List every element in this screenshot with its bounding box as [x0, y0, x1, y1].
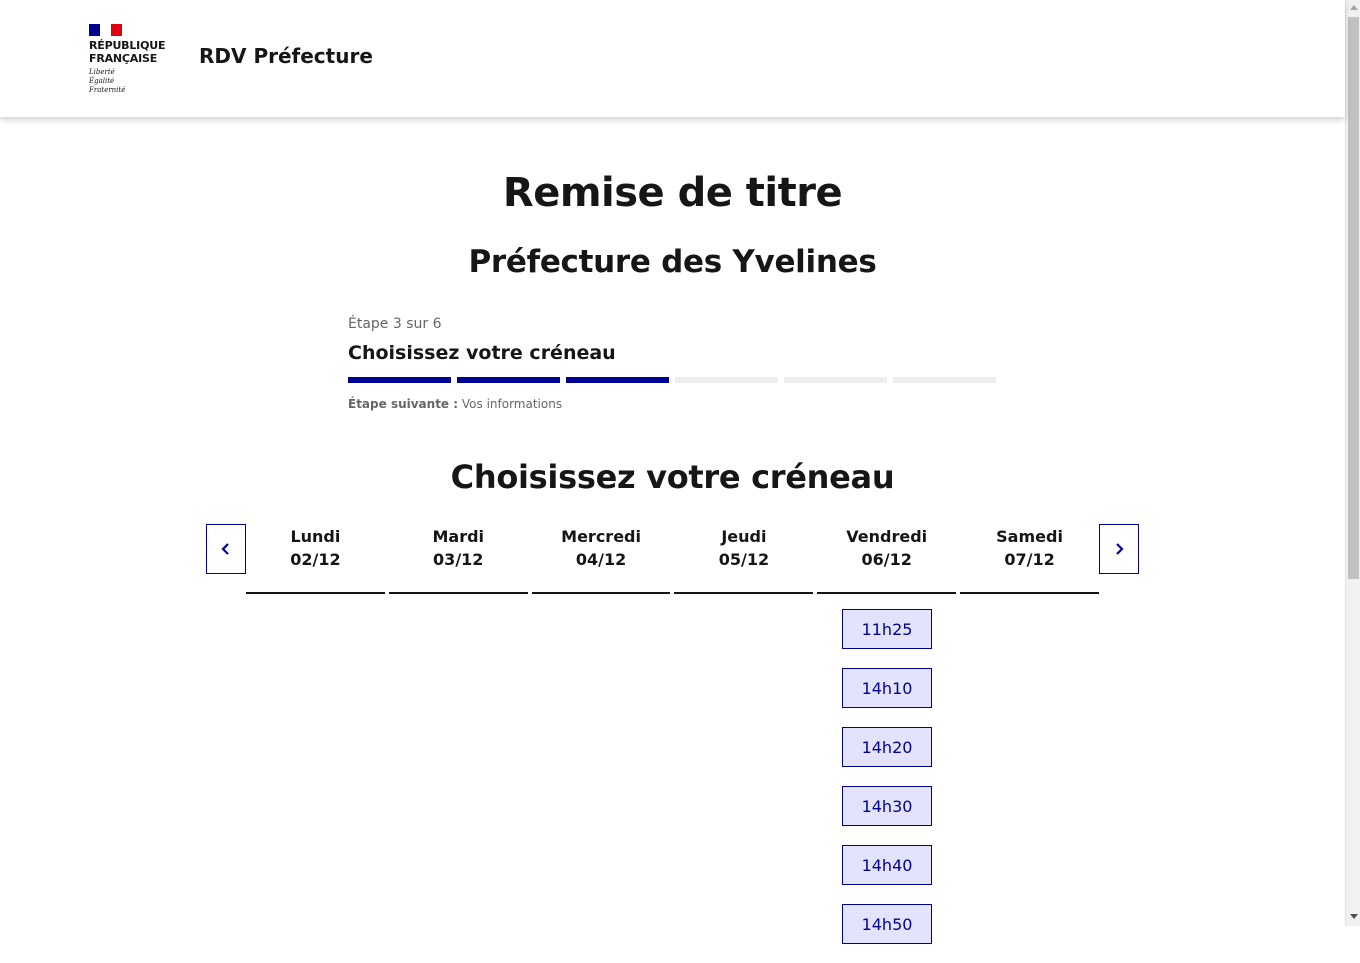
day-date: 03/12	[433, 550, 484, 569]
page-scrollbar[interactable]	[1345, 0, 1360, 926]
day-date: 06/12	[861, 550, 912, 569]
day-date: 04/12	[575, 550, 627, 569]
scroll-up-arrow-icon[interactable]	[1350, 5, 1358, 10]
scroll-down-arrow-icon[interactable]	[1350, 914, 1358, 919]
stepper-next-label: Étape suivante :	[348, 397, 459, 411]
site-header: RÉPUBLIQUE FRANÇAISE Liberté Égalité Fra…	[0, 0, 1345, 117]
day-name: Lundi	[290, 527, 341, 546]
page-title: Remise de titre	[502, 170, 843, 216]
time-slot-button[interactable]: 14h20	[842, 727, 932, 767]
stepper-current-title: Choisissez votre créneau	[348, 342, 616, 364]
day-column-lundi: Lundi 02/12	[246, 524, 385, 594]
day-column-jeudi: Jeudi 05/12	[674, 524, 814, 594]
day-name: Mercredi	[561, 527, 641, 546]
chevron-left-icon	[221, 543, 229, 555]
time-slots-vendredi: 11h25 14h10 14h20 14h30 14h40 14h50	[842, 609, 932, 963]
french-flag-icon	[89, 24, 122, 36]
day-name: Mardi	[432, 527, 485, 546]
time-slot-button[interactable]: 14h30	[842, 786, 932, 826]
logo-text: RÉPUBLIQUE FRANÇAISE	[89, 39, 166, 65]
next-days-button[interactable]	[1099, 524, 1139, 574]
stepper-bar-5	[784, 377, 887, 383]
stepper-progress	[348, 377, 998, 383]
day-date: 07/12	[1004, 550, 1055, 569]
previous-days-button[interactable]	[206, 524, 246, 574]
day-column-mardi: Mardi 03/12	[388, 524, 528, 594]
stepper-bar-6	[893, 377, 996, 383]
day-name: Samedi	[996, 527, 1063, 546]
stepper-bar-2	[457, 377, 560, 383]
calendar-section-title: Choisissez votre créneau	[450, 458, 895, 496]
page-subtitle: Préfecture des Yvelines	[468, 244, 877, 280]
chevron-right-icon	[1116, 543, 1124, 555]
stepper-next-step: Étape suivante : Vos informations	[348, 397, 998, 411]
time-slot-button[interactable]: 11h25	[842, 609, 932, 649]
republique-francaise-logo[interactable]: RÉPUBLIQUE FRANÇAISE Liberté Égalité Fra…	[89, 24, 169, 96]
stepper-next-value: Vos informations	[461, 397, 563, 411]
day-name: Vendredi	[846, 527, 928, 546]
scroll-thumb[interactable]	[1348, 17, 1359, 579]
time-slot-button[interactable]: 14h50	[842, 904, 932, 944]
day-column-vendredi: Vendredi 06/12	[817, 524, 957, 594]
stepper-bar-4	[675, 377, 778, 383]
day-column-samedi: Samedi 07/12	[960, 524, 1099, 594]
stepper-bar-3	[566, 377, 669, 383]
calendar-days: Lundi 02/12 Mardi 03/12 Mercredi 04/12 Jeudi 05…	[246, 524, 1099, 594]
service-title[interactable]: RDV Préfecture	[199, 44, 373, 68]
day-column-mercredi: Mercredi 04/12	[531, 524, 671, 594]
time-slot-button[interactable]: 14h10	[842, 668, 932, 708]
time-slot-button[interactable]: 14h40	[842, 845, 932, 885]
stepper: Étape 3 sur 6 Choisissez votre créneau É…	[348, 316, 998, 411]
logo-motto: Liberté Égalité Fraternité	[89, 68, 126, 94]
stepper-state: Étape 3 sur 6	[348, 316, 442, 332]
day-date: 02/12	[290, 550, 341, 569]
day-name: Jeudi	[721, 527, 767, 546]
stepper-bar-1	[348, 377, 451, 383]
day-date: 05/12	[718, 550, 770, 569]
